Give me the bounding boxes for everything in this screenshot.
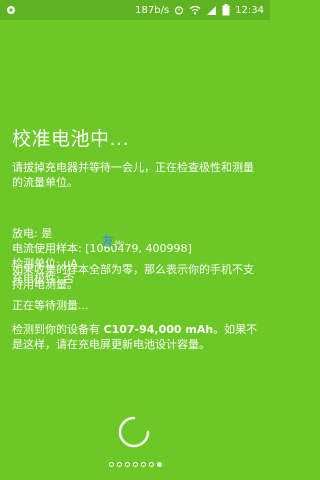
- clock: 12:34: [235, 4, 264, 16]
- waiting-text: 正在等待测量...: [12, 299, 89, 312]
- page-dot: [132, 462, 138, 467]
- battery-icon: [222, 4, 230, 16]
- wifi-icon: [189, 5, 201, 15]
- page-dot: [124, 462, 130, 467]
- signal-icon: [206, 5, 217, 15]
- watermark-sub: Mo: [115, 240, 124, 247]
- detected-prefix: 检测到你的设备有: [12, 323, 104, 336]
- page-dot: [148, 462, 154, 467]
- net-speed: 187b/s: [135, 4, 170, 16]
- page-title: 校准电池中...: [12, 128, 130, 150]
- page-dot: [116, 462, 122, 467]
- page-dot: [140, 462, 146, 467]
- current-sample-line: 电流使用样本: [1060479, 400998]: [12, 242, 192, 255]
- zero-sample-note: 如果收集的样本全部为零，那么表示你的手机不支持用电测量。: [12, 263, 254, 291]
- notification-icon: [6, 5, 16, 15]
- status-bar: 187b/s 12:34: [0, 0, 270, 20]
- loading-spinner: [117, 415, 151, 449]
- watermark-logo: 友Mo: [102, 232, 124, 249]
- alarm-icon: [174, 5, 184, 15]
- status-left: [6, 5, 16, 15]
- discharging-line: 放电: 是: [12, 227, 53, 240]
- page-dot: [108, 462, 114, 467]
- status-right: 187b/s 12:34: [135, 4, 264, 16]
- instruction-text: 请拔掉充电器并等待一会儿，正在检查极性和测量的流量单位。: [12, 161, 254, 189]
- page-indicator: [0, 462, 270, 467]
- detected-value: C107-94,000 mAh: [103, 323, 214, 336]
- detected-capacity-text: 检测到你的设备有 C107-94,000 mAh。如果不是这样，请在充电屏更新电…: [12, 322, 260, 352]
- page-dot: [156, 462, 162, 467]
- watermark-text: 友: [102, 234, 115, 248]
